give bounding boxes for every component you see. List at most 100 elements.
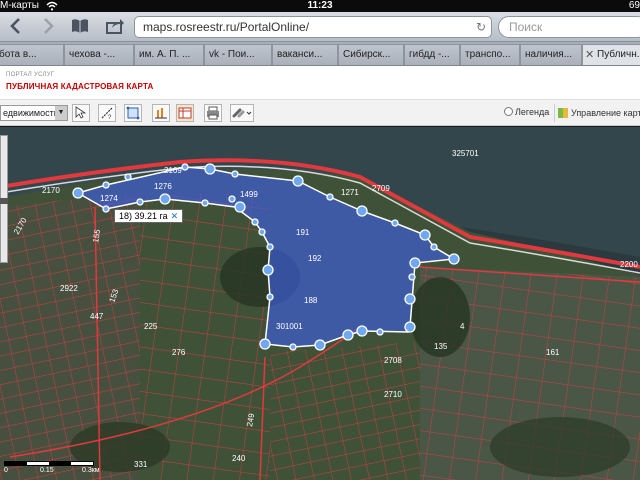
area-select-icon <box>126 106 140 120</box>
parcel-label: 1274 <box>100 194 118 203</box>
print-button[interactable] <box>204 104 222 122</box>
clock: 11:23 <box>307 0 333 11</box>
quarter-number-label: 325701 <box>452 149 479 158</box>
printer-icon <box>207 106 219 120</box>
book-icon <box>72 19 88 33</box>
scale-label: 0.3км <box>82 467 100 474</box>
parcel-label: 135 <box>434 342 448 351</box>
parcel-label: 191 <box>296 228 310 237</box>
tab-4[interactable]: vk - Пои... <box>204 44 272 65</box>
tab-bar: бота в... чехова -... им. А. П. ... vk -… <box>0 42 640 66</box>
forward-arrow-icon <box>44 18 54 34</box>
tab-label: бота в... <box>0 49 37 60</box>
parcel-label: 4 <box>460 322 465 331</box>
parcel-label: 276 <box>172 348 186 357</box>
parcel-label: 2922 <box>60 284 78 293</box>
parcel-label: 331 <box>134 460 148 469</box>
tab-label: vk - Пои... <box>209 49 255 60</box>
pointer-info-icon <box>75 106 87 119</box>
table-icon <box>178 107 192 119</box>
tab-label: им. А. П. ... <box>139 49 191 60</box>
battery-level: 69 <box>628 0 640 11</box>
parcel-label: 225 <box>144 322 158 331</box>
forward-button[interactable] <box>38 17 58 37</box>
parcel-label: 447 <box>90 312 104 321</box>
scale-label: 0.15 <box>40 467 54 474</box>
parcel-label: 2710 <box>384 390 402 399</box>
tab-label: чехова -... <box>69 49 116 60</box>
tab-8[interactable]: транспо... <box>460 44 520 65</box>
parcel-label: 192 <box>308 254 322 263</box>
area-tool-button[interactable] <box>124 104 142 122</box>
search-field[interactable]: Поиск <box>498 16 640 38</box>
map-toolbar: едвижимость ▼ ? Легенда Управление карто… <box>0 100 640 126</box>
tab-label: транспо... <box>465 49 511 60</box>
zoom-slider[interactable] <box>0 135 8 263</box>
scale-bar-graphic <box>4 461 94 466</box>
legend-checkbox[interactable] <box>504 107 513 116</box>
tab-1[interactable]: бота в... <box>0 44 64 65</box>
portal-subtitle: ПОРТАЛ УСЛУГ <box>6 72 55 78</box>
map-control-button[interactable]: Управление картой <box>554 104 640 122</box>
browser-toolbar: maps.rosreestr.ru/PortalOnline/ ↻ Поиск <box>0 12 640 42</box>
tab-label: Публичн... <box>597 49 640 60</box>
back-button[interactable] <box>6 17 26 37</box>
zoom-slider-handle[interactable] <box>0 198 8 204</box>
map-layers-icon <box>558 108 568 118</box>
select-value: едвижимость <box>3 108 59 118</box>
scale-label: 0 <box>4 467 8 474</box>
parcel-label: 2708 <box>384 356 402 365</box>
identify-tool-button[interactable] <box>72 104 90 122</box>
bookmarks-button[interactable] <box>70 17 90 37</box>
map-canvas[interactable]: 325701 301001 1274 1276 2169 2170 1271 1… <box>0 127 640 480</box>
measure-tool-button[interactable]: ? <box>98 104 116 122</box>
legend-label: Легенда <box>515 107 550 117</box>
parcel-label: 188 <box>304 296 318 305</box>
close-tab-icon[interactable]: ✕ <box>585 45 594 65</box>
link-button[interactable] <box>230 104 254 122</box>
tab-3[interactable]: им. А. П. ... <box>134 44 204 65</box>
tab-active[interactable]: ✕ Публичн... <box>582 44 640 65</box>
area-tooltip: 18) 39.21 га ✕ <box>114 209 184 223</box>
tab-label: Сибирск... <box>343 49 391 60</box>
tab-label: наличия... <box>525 49 573 60</box>
link-icon <box>232 108 252 118</box>
legend-toggle[interactable]: Легенда <box>504 107 549 117</box>
parcel-label: 1276 <box>154 182 172 191</box>
tab-9[interactable]: наличия... <box>520 44 582 65</box>
parcel-label: 2170 <box>42 186 60 195</box>
status-bar: M-карты 11:23 69 <box>0 0 640 12</box>
tab-7[interactable]: гибдд -... <box>404 44 460 65</box>
portal-header: ПОРТАЛ УСЛУГ ПУБЛИЧНАЯ КАДАСТРОВАЯ КАРТА <box>0 66 640 100</box>
tab-label: ваканси... <box>277 49 323 60</box>
address-bar[interactable]: maps.rosreestr.ru/PortalOnline/ ↻ <box>134 16 492 38</box>
area-value: 18) 39.21 га <box>119 211 168 221</box>
parcel-label: 2709 <box>372 184 390 193</box>
cadastral-map[interactable]: 325701 301001 1274 1276 2169 2170 1271 1… <box>0 127 640 480</box>
selected-parcel-number: 301001 <box>276 322 303 331</box>
back-arrow-icon <box>10 18 20 34</box>
tab-2[interactable]: чехова -... <box>64 44 134 65</box>
share-button[interactable] <box>104 17 126 37</box>
layers-tool-button[interactable] <box>152 104 170 122</box>
bar-chart-icon <box>155 108 167 119</box>
parcel-label: 2169 <box>164 166 182 175</box>
parcel-label: 161 <box>546 348 560 357</box>
portal-title[interactable]: ПУБЛИЧНАЯ КАДАСТРОВАЯ КАРТА <box>6 82 154 91</box>
chevron-down-icon: ▼ <box>55 106 67 120</box>
ruler-icon: ? <box>101 107 113 121</box>
info-tool-button[interactable] <box>176 104 194 122</box>
close-tooltip-icon[interactable]: ✕ <box>171 211 179 221</box>
tab-label: гибдд -... <box>409 49 450 60</box>
reload-icon[interactable]: ↻ <box>476 17 486 37</box>
scale-bar: 0 0.15 0.3км <box>4 461 104 479</box>
search-placeholder: Поиск <box>509 20 543 34</box>
map-control-label: Управление картой <box>571 108 640 118</box>
realty-type-select[interactable]: едвижимость ▼ <box>0 105 68 121</box>
parcel-label: 1499 <box>240 190 258 199</box>
url-text: maps.rosreestr.ru/PortalOnline/ <box>143 20 310 34</box>
svg-text:?: ? <box>108 115 112 121</box>
parcel-label: 2200 <box>620 260 638 269</box>
tab-6[interactable]: Сибирск... <box>338 44 404 65</box>
tab-5[interactable]: ваканси... <box>272 44 338 65</box>
